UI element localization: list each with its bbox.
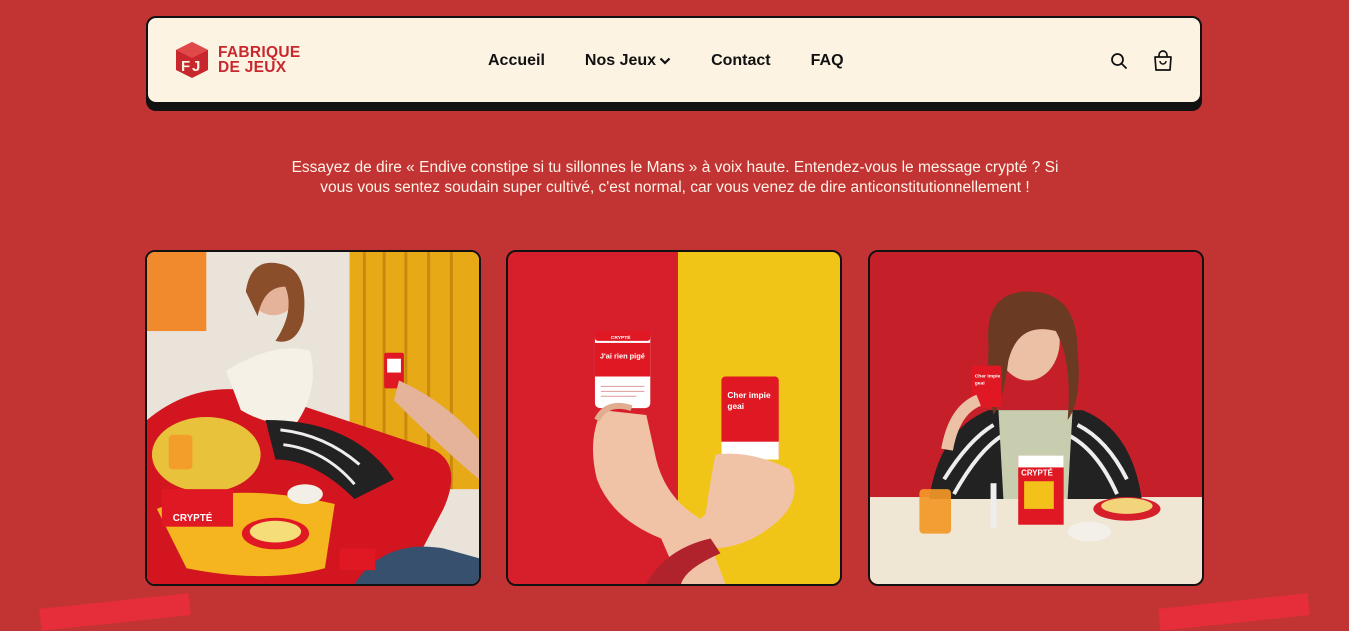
card3-title2: geai xyxy=(975,380,986,386)
logo-text: FABRIQUE DE JEUX xyxy=(218,44,301,76)
cart-icon xyxy=(1154,50,1172,71)
main-menu: Accueil Nos Jeux Contact FAQ xyxy=(488,52,844,70)
card2-b-title1: Cher impie xyxy=(727,390,771,400)
nav-faq-label: FAQ xyxy=(810,52,844,69)
card2-a-title: J'ai rien pigé xyxy=(600,352,645,361)
nav-accueil-label: Accueil xyxy=(488,52,545,69)
decor-stripe-right xyxy=(1158,593,1310,631)
nav-contact-label: Contact xyxy=(711,52,771,69)
svg-text:J: J xyxy=(192,58,200,75)
nav-accueil[interactable]: Accueil xyxy=(488,52,545,70)
logo-cube-icon: F J xyxy=(176,42,208,78)
decor-stripe-left xyxy=(39,593,191,631)
svg-text:F: F xyxy=(181,58,190,75)
card1-box-label: CRYPTÉ xyxy=(173,513,213,524)
photo-card-1: CRYPTÉ xyxy=(145,250,481,586)
nav-nos-jeux[interactable]: Nos Jeux xyxy=(585,52,671,70)
chevron-down-icon xyxy=(659,57,671,65)
header-icons xyxy=(1108,50,1174,72)
intro-paragraph: Essayez de dire « Endive constipe si tu … xyxy=(291,158,1059,197)
nav-contact[interactable]: Contact xyxy=(711,52,771,70)
photo-woman-sofa: CRYPTÉ xyxy=(147,252,479,584)
logo-line-1: FABRIQUE xyxy=(218,44,301,61)
card3-title1: Cher impie xyxy=(975,373,1001,379)
cart-button[interactable] xyxy=(1152,50,1174,72)
photo-woman-table: Cher impie geai CRYPTÉ xyxy=(870,252,1202,584)
logo-line-2: DE JEUX xyxy=(218,59,287,76)
search-icon xyxy=(1111,53,1128,70)
photo-card-3: Cher impie geai CRYPTÉ xyxy=(868,250,1204,586)
site-logo[interactable]: F J FABRIQUE DE JEUX xyxy=(174,41,301,79)
nav-faq[interactable]: FAQ xyxy=(811,52,844,70)
site-header: F J FABRIQUE DE JEUX Accueil Nos Jeux Co… xyxy=(146,16,1202,104)
photo-card-2: CRYPTÉ J'ai rien pigé Cher impie geai xyxy=(506,250,842,586)
card2-b-title2: geai xyxy=(727,401,744,411)
photo-hands-cards: CRYPTÉ J'ai rien pigé Cher impie geai xyxy=(508,252,840,584)
search-button[interactable] xyxy=(1108,50,1130,72)
nav-nos-jeux-label: Nos Jeux xyxy=(584,52,657,69)
card3-box-label: CRYPTÉ xyxy=(1021,468,1053,477)
